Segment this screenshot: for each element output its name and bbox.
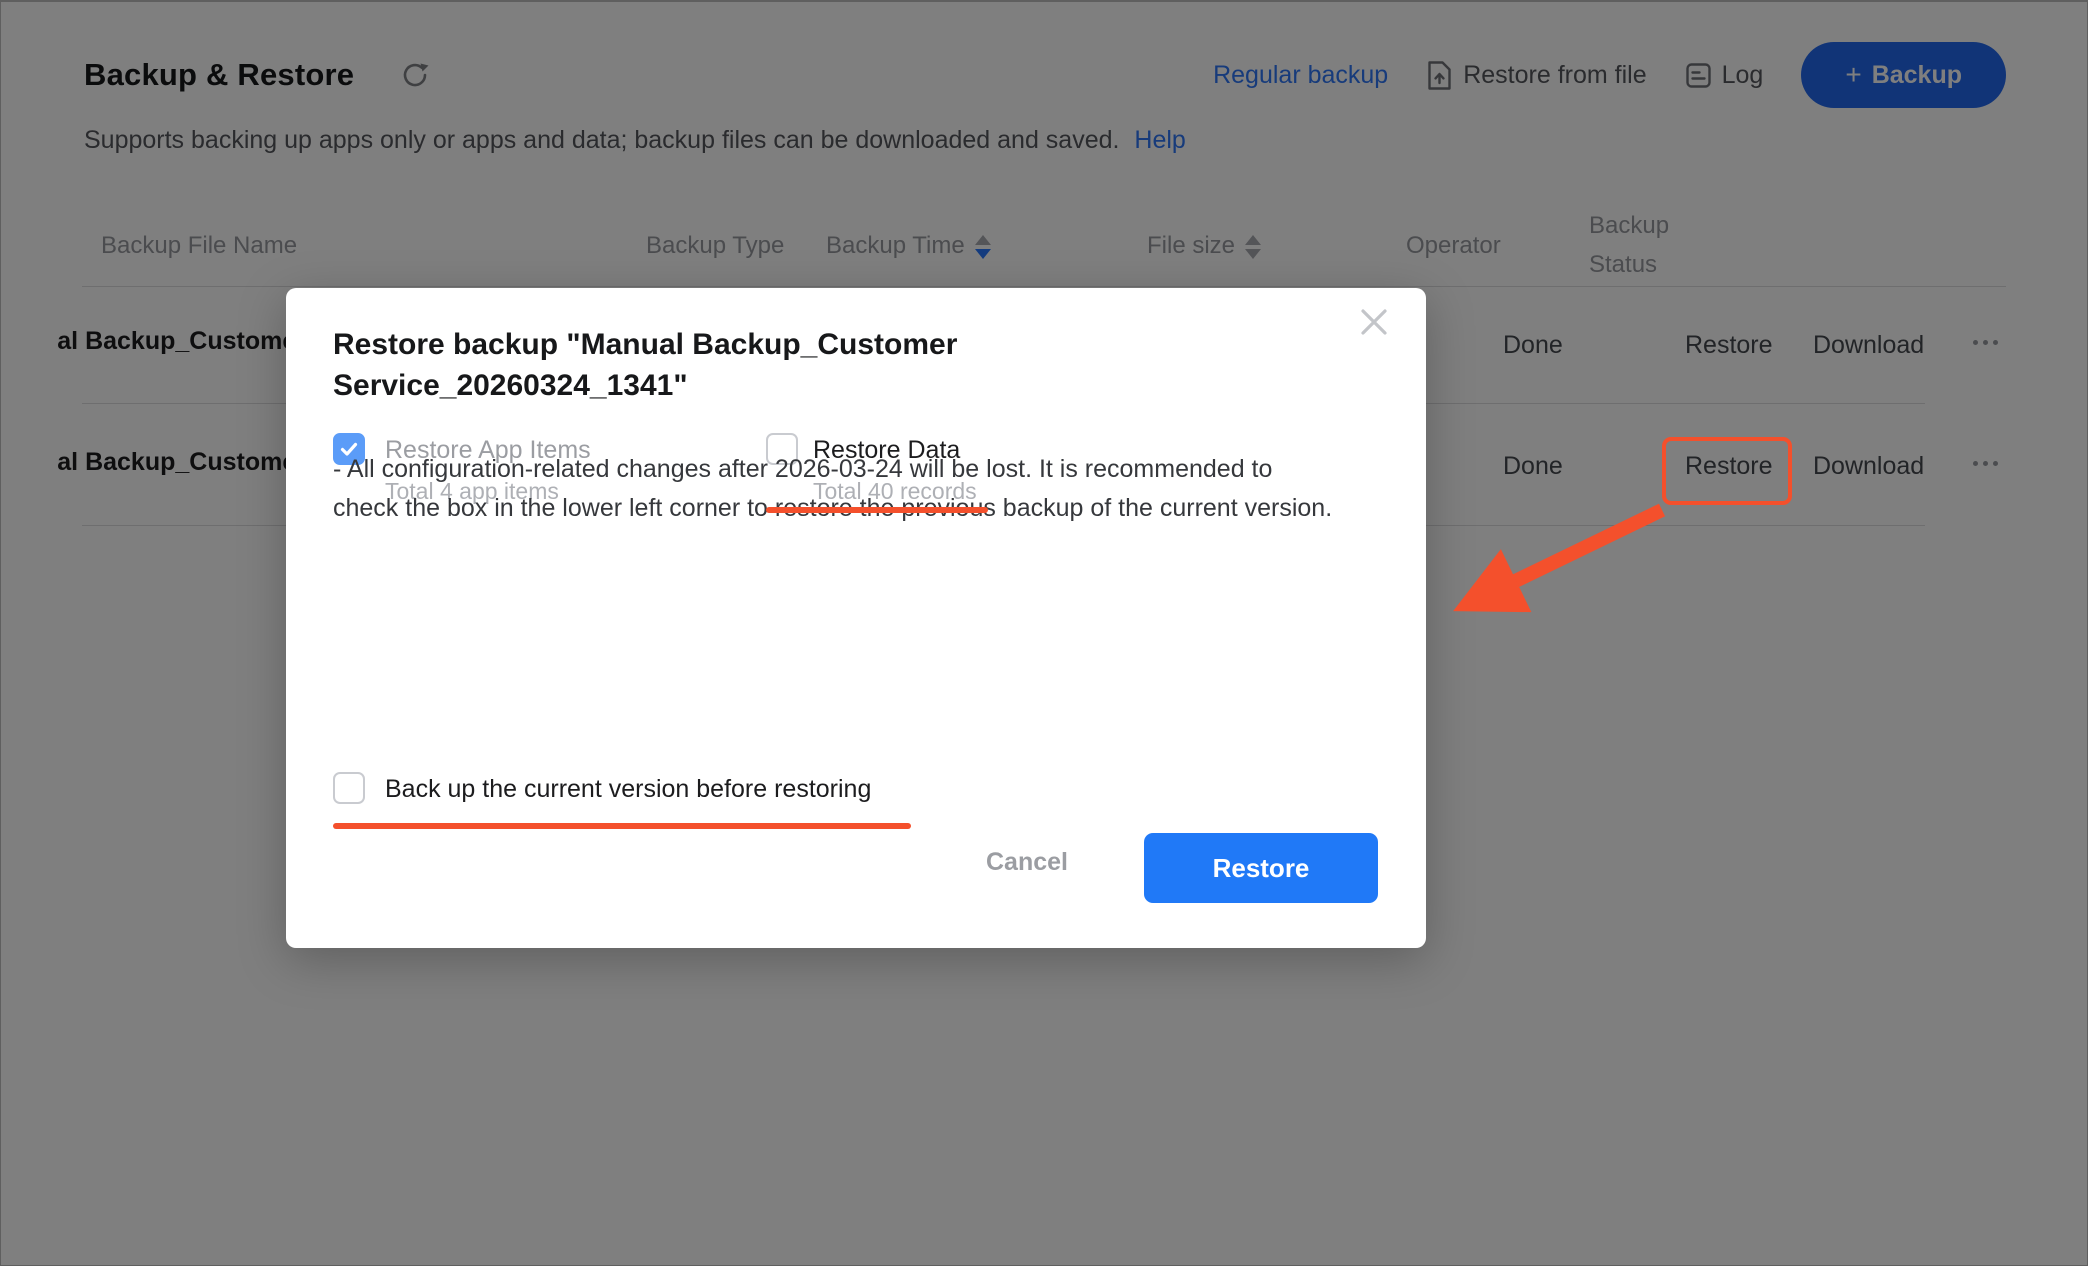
close-icon[interactable]	[1352, 300, 1396, 344]
backup-before-restore-label: Back up the current version before resto…	[385, 775, 871, 804]
backup-before-restore-checkbox[interactable]	[333, 772, 365, 804]
restore-warning-text: - All configuration-related changes afte…	[333, 450, 1343, 528]
restore-confirm-button[interactable]: Restore	[1144, 833, 1378, 903]
restore-backup-modal: Restore backup "Manual Backup_Customer S…	[286, 288, 1426, 948]
modal-title: Restore backup "Manual Backup_Customer S…	[333, 324, 1093, 406]
cancel-button[interactable]: Cancel	[986, 848, 1068, 877]
